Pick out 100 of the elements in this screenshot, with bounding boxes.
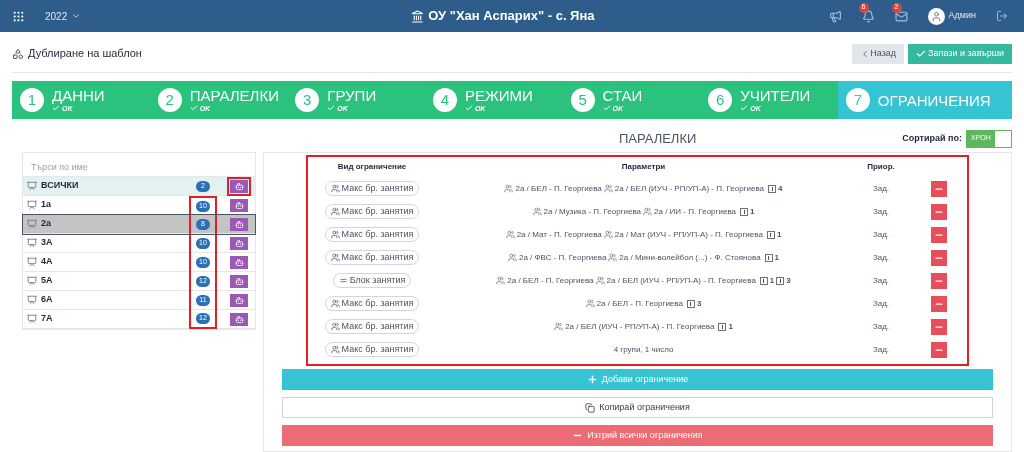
step-label: РЕЖИМИ (464, 88, 533, 103)
bell-icon[interactable] (861, 9, 875, 23)
logout-icon[interactable] (996, 10, 1008, 22)
count-value: 3 (696, 297, 702, 310)
people-icon (330, 184, 340, 193)
class-name: 2а (41, 217, 52, 231)
template-icon (12, 47, 24, 60)
robot-icon (234, 219, 244, 229)
robot-icon (234, 181, 244, 191)
copy-icon (585, 402, 596, 413)
step-label: ОГРАНИЧЕНИЯ (877, 92, 991, 108)
assign-button[interactable] (230, 179, 248, 193)
group-label: 2а / Мат (ИУЧ - РП/УП-А) - П. Георгиева (614, 228, 763, 241)
robot-icon (234, 314, 244, 324)
group-label: 2а / Музика - П. Георгиева (543, 205, 642, 218)
group-icon (554, 322, 564, 331)
school-title: ОУ "Хан Аспарих" - с. Яна (428, 7, 595, 26)
check-icon (327, 104, 336, 112)
priority-cell-text: Зад. (871, 320, 891, 333)
column-header: Приор. (866, 161, 896, 173)
remove-button[interactable] (931, 249, 947, 266)
group-label: 2а / БЕЛ (ИУЧ - РП/УП-А) - П. Георгиева (565, 320, 715, 333)
group-label: 2а / БЕЛ - П. Георгиева (515, 182, 602, 195)
people-icon (330, 207, 340, 216)
priority-cell-text: Зад. (871, 343, 891, 356)
group-icon (507, 253, 517, 262)
assign-button[interactable] (230, 217, 248, 231)
group-label: 2а / БЕЛ - П. Георгиева (507, 274, 594, 287)
robot-icon (234, 295, 244, 305)
group-icon (643, 207, 653, 216)
class-icon (27, 295, 37, 305)
class-name: 6А (41, 293, 54, 307)
caret-icon (71, 11, 82, 21)
robot-icon (234, 276, 244, 286)
group-label: 2а / ИИ - П. Георгиева (654, 205, 736, 218)
count-value: 1 (776, 228, 782, 241)
class-icon (27, 200, 37, 210)
assign-button[interactable] (230, 293, 248, 307)
page-title: Дублиране на шаблон (28, 46, 142, 62)
people-icon (330, 322, 340, 331)
group-label: 2а / БЕЛ (ИУЧ - РП/УП-А) - П. Георгиева (614, 182, 765, 195)
class-name: 3А (41, 236, 54, 250)
count-value: 1 (750, 205, 755, 218)
remove-button[interactable] (931, 318, 947, 335)
robot-icon (234, 238, 244, 248)
equal-icon (338, 276, 348, 285)
priority-cell-text: Зад. (871, 205, 891, 218)
robot-icon (234, 200, 244, 210)
group-label: 2а / Мини-волейбол (...) - Ф. Стоянова (619, 251, 761, 264)
step-label: ДАННИ (52, 88, 105, 103)
group-icon (585, 299, 595, 308)
remove-button[interactable] (931, 295, 947, 312)
envelope-icon[interactable] (894, 9, 908, 23)
class-name: 5А (41, 274, 54, 288)
group-icon (505, 230, 515, 239)
assign-button[interactable] (230, 312, 248, 326)
sort-label: Сортирай по: (902, 131, 962, 145)
step-label: СТАИ (602, 88, 643, 103)
year-dropdown[interactable]: 2022 (45, 8, 82, 24)
remove-button[interactable] (931, 180, 947, 197)
people-icon (330, 345, 340, 354)
class-icon (27, 219, 37, 229)
step-number: 5 (570, 88, 595, 112)
priority-cell-text: Зад. (871, 228, 891, 241)
user-name[interactable]: Админ (948, 9, 976, 23)
class-name: ВСИЧКИ (41, 179, 80, 193)
plus-icon (586, 374, 598, 385)
robot-icon (234, 257, 244, 267)
class-name: 4А (41, 255, 54, 269)
assign-button[interactable] (230, 198, 248, 212)
check-icon (52, 104, 60, 112)
group-label: 2а / Мат - П. Георгиева (516, 228, 602, 241)
column-header: Параметри (620, 161, 667, 173)
assign-button[interactable] (230, 255, 248, 269)
class-icon (27, 257, 37, 267)
step-number: 3 (295, 88, 320, 112)
info-icon (768, 184, 777, 193)
remove-button[interactable] (931, 203, 947, 220)
priority-cell-text: Зад. (871, 251, 891, 264)
class-icon (27, 314, 37, 324)
count-value: 3 (786, 274, 791, 287)
people-icon (330, 253, 340, 262)
remove-button[interactable] (931, 226, 947, 243)
count-value: 1 (728, 320, 733, 333)
avatar[interactable] (927, 7, 945, 25)
group-icon (504, 184, 514, 193)
info-icon (718, 322, 727, 331)
school-icon (411, 9, 425, 23)
step-number: 2 (157, 88, 182, 112)
remove-button[interactable] (931, 341, 947, 358)
apps-icon[interactable] (12, 9, 25, 23)
assign-button[interactable] (230, 274, 248, 288)
group-icon (532, 207, 542, 216)
megaphone-icon[interactable] (828, 9, 842, 23)
copy-constraints-button[interactable]: Копирай ограничения (282, 397, 993, 418)
assign-button[interactable] (230, 236, 248, 250)
remove-button[interactable] (931, 272, 947, 289)
check-icon (189, 104, 198, 112)
info-icon (764, 253, 773, 262)
back-button[interactable]: Назад (852, 43, 905, 64)
